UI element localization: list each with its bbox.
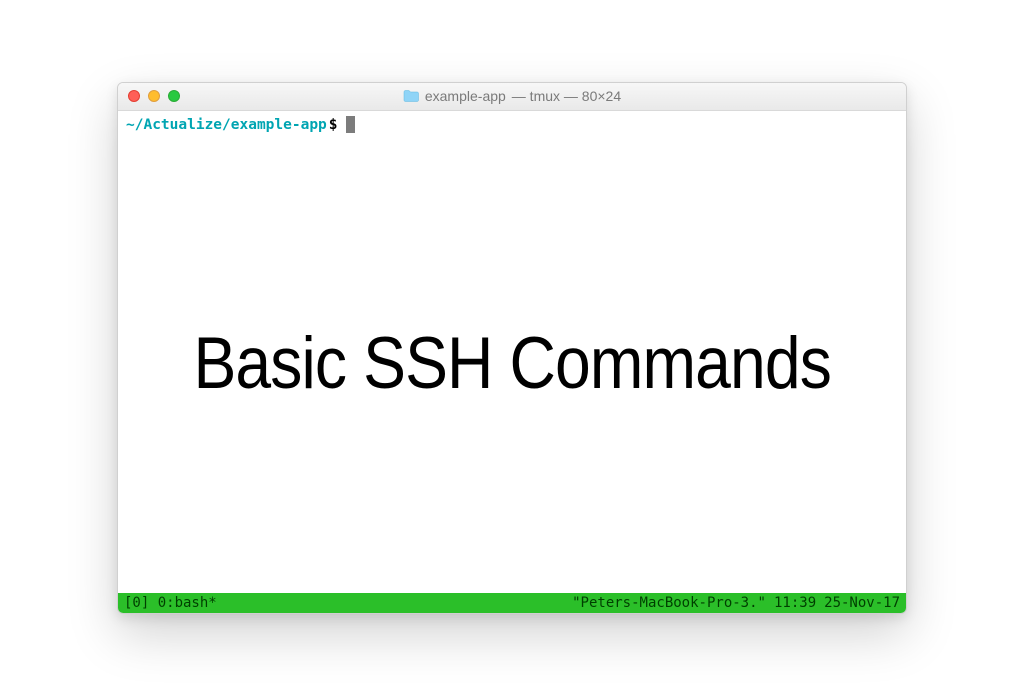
window-title-folder: example-app — [425, 88, 506, 104]
folder-icon — [403, 90, 419, 102]
titlebar: example-app — tmux — 80×24 — [118, 83, 906, 111]
minimize-button[interactable] — [148, 90, 160, 102]
terminal-window: example-app — tmux — 80×24 ~/Actualize/e… — [117, 82, 907, 614]
tmux-status-right: "Peters-MacBook-Pro-3." 11:39 25-Nov-17 — [564, 593, 900, 613]
tmux-status-bar: [0] 0:bash* "Peters-MacBook-Pro-3." 11:3… — [118, 593, 906, 613]
cursor — [346, 116, 355, 133]
window-title-suffix: — tmux — 80×24 — [512, 88, 621, 104]
tmux-status-left: [0] 0:bash* — [124, 593, 217, 613]
window-title: example-app — tmux — 80×24 — [118, 88, 906, 104]
close-button[interactable] — [128, 90, 140, 102]
overlay-heading-container: Basic SSH Commands — [118, 135, 906, 593]
tmux-host: "Peters-MacBook-Pro-3." — [572, 593, 766, 613]
prompt-line: ~/Actualize/example-app$ — [118, 111, 906, 135]
tmux-session-window: [0] 0:bash* — [124, 593, 217, 613]
prompt-symbol: $ — [329, 115, 338, 135]
prompt-path: ~/Actualize/example-app — [126, 115, 327, 135]
maximize-button[interactable] — [168, 90, 180, 102]
traffic-lights — [128, 90, 180, 102]
tmux-date: 25-Nov-17 — [824, 593, 900, 613]
terminal-body[interactable]: ~/Actualize/example-app$ Basic SSH Comma… — [118, 111, 906, 613]
overlay-heading: Basic SSH Commands — [193, 322, 830, 405]
tmux-time: 11:39 — [774, 593, 816, 613]
